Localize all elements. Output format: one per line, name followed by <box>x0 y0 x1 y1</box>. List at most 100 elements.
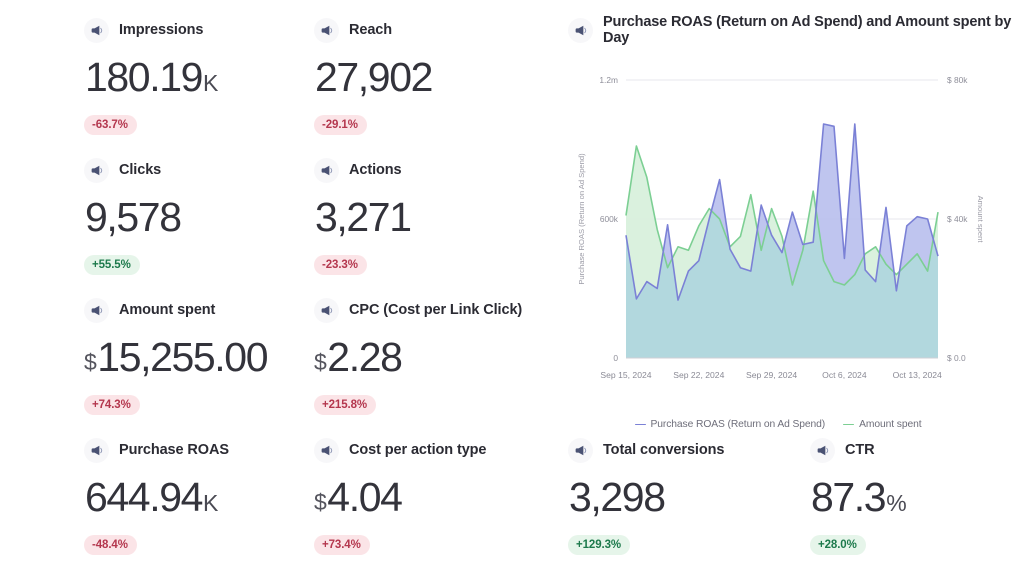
megaphone-icon <box>84 18 109 43</box>
metric-label: Total conversions <box>603 442 724 458</box>
metric-label: Purchase ROAS <box>119 442 229 458</box>
svg-text:Oct 13, 2024: Oct 13, 2024 <box>893 370 942 380</box>
metric-number: 3,298 <box>569 476 665 519</box>
metric-card[interactable]: CTR 87.3% +28.0% <box>810 438 906 555</box>
svg-text:Sep 22, 2024: Sep 22, 2024 <box>673 370 724 380</box>
metric-value: $4.04 <box>314 476 544 519</box>
metric-delta-badge: -23.3% <box>314 255 367 275</box>
dashboard-grid: Impressions 180.19K -63.7% Reach 27,902 … <box>0 0 1024 567</box>
metric-label: CTR <box>845 442 875 458</box>
svg-text:Sep 15, 2024: Sep 15, 2024 <box>600 370 651 380</box>
metric-delta-badge: -29.1% <box>314 115 367 135</box>
metric-header: Total conversions <box>568 438 810 462</box>
metric-card[interactable]: Clicks 9,578 +55.5% <box>84 152 314 292</box>
metric-number: 15,255.00 <box>97 336 267 379</box>
chart-canvas[interactable]: 0 600k 1.2m $ 0.0 $ 40k $ 80k Sep 15, 2024 Sep … <box>568 66 988 411</box>
metric-value: 3,298 <box>568 476 810 519</box>
metric-label: CPC (Cost per Link Click) <box>349 302 522 318</box>
metric-label: Amount spent <box>119 302 215 318</box>
metric-label: Actions <box>349 162 401 178</box>
metric-label: Cost per action type <box>349 442 486 458</box>
metric-header: CPC (Cost per Link Click) <box>314 298 544 322</box>
svg-text:Oct 6, 2024: Oct 6, 2024 <box>822 370 867 380</box>
metric-number: 2.28 <box>327 336 401 379</box>
metric-header: Cost per action type <box>314 438 544 462</box>
svg-text:600k: 600k <box>600 214 619 224</box>
metric-card[interactable]: CPC (Cost per Link Click) $2.28 +215.8% <box>314 292 544 432</box>
megaphone-icon <box>314 438 339 463</box>
megaphone-icon <box>568 438 593 463</box>
metric-suffix: % <box>886 491 906 515</box>
metric-value: 644.94K <box>84 476 314 519</box>
legend-item-spend[interactable]: Amount spent <box>843 419 921 430</box>
metric-header: Reach <box>314 18 544 42</box>
metric-delta-badge: +73.4% <box>314 535 370 555</box>
megaphone-icon <box>568 18 593 43</box>
megaphone-icon <box>314 298 339 323</box>
chart-title: Purchase ROAS (Return on Ad Spend) and A… <box>603 14 1024 46</box>
metric-currency: $ <box>314 350 326 374</box>
legend-swatch-roas <box>635 424 646 426</box>
metric-value: 3,271 <box>314 196 544 239</box>
legend-label-roas: Purchase ROAS (Return on Ad Spend) <box>651 419 826 430</box>
svg-text:$ 80k: $ 80k <box>947 75 968 85</box>
metric-number: 27,902 <box>315 56 432 99</box>
roas-spend-area-chart[interactable]: 0 600k 1.2m $ 0.0 $ 40k $ 80k Sep 15, 2024 Sep … <box>568 66 988 411</box>
metric-number: 644.94 <box>85 476 202 519</box>
megaphone-icon <box>84 298 109 323</box>
metric-delta-badge: +55.5% <box>84 255 140 275</box>
metric-label: Reach <box>349 22 392 38</box>
metric-number: 9,578 <box>85 196 181 239</box>
legend-label-spend: Amount spent <box>859 419 921 430</box>
metric-suffix: K <box>203 491 218 515</box>
metric-number: 180.19 <box>85 56 202 99</box>
metric-delta-badge: -48.4% <box>84 535 137 555</box>
metric-currency: $ <box>314 490 326 514</box>
chart-panel: Purchase ROAS (Return on Ad Spend) and A… <box>544 12 1024 432</box>
metric-header: Purchase ROAS <box>84 438 314 462</box>
metric-header: Amount spent <box>84 298 314 322</box>
metric-number: 4.04 <box>327 476 401 519</box>
metric-number: 87.3 <box>811 476 885 519</box>
svg-text:1.2m: 1.2m <box>599 75 618 85</box>
metric-card[interactable]: Cost per action type $4.04 +73.4% <box>314 432 544 567</box>
megaphone-icon <box>314 18 339 43</box>
metric-card[interactable]: Impressions 180.19K -63.7% <box>84 12 314 152</box>
svg-text:$ 40k: $ 40k <box>947 214 968 224</box>
metric-label: Clicks <box>119 162 161 178</box>
metric-delta-badge: +28.0% <box>810 535 866 555</box>
metric-delta-badge: +215.8% <box>314 395 376 415</box>
metric-value: 27,902 <box>314 56 544 99</box>
metric-value: 9,578 <box>84 196 314 239</box>
chart-legend: Purchase ROAS (Return on Ad Spend) Amoun… <box>568 419 988 430</box>
svg-text:Sep 29, 2024: Sep 29, 2024 <box>746 370 797 380</box>
megaphone-icon <box>314 158 339 183</box>
metric-currency: $ <box>84 350 96 374</box>
metric-value: 180.19K <box>84 56 314 99</box>
legend-item-roas[interactable]: Purchase ROAS (Return on Ad Spend) <box>635 419 826 430</box>
metric-delta-badge: +129.3% <box>568 535 630 555</box>
metric-value: $15,255.00 <box>84 336 314 379</box>
metrics-dashboard: Impressions 180.19K -63.7% Reach 27,902 … <box>0 0 1024 567</box>
metric-card[interactable]: Purchase ROAS 644.94K -48.4% <box>84 432 314 567</box>
legend-swatch-spend <box>843 424 854 426</box>
metric-delta-badge: -63.7% <box>84 115 137 135</box>
metric-card[interactable]: Total conversions 3,298 +129.3% CTR 87.3… <box>544 432 1024 567</box>
svg-text:0: 0 <box>613 353 618 363</box>
metric-card[interactable]: Reach 27,902 -29.1% <box>314 12 544 152</box>
metric-header: Clicks <box>84 158 314 182</box>
metric-value: 87.3% <box>810 476 906 519</box>
chart-header: Purchase ROAS (Return on Ad Spend) and A… <box>568 18 1024 42</box>
svg-text:$ 0.0: $ 0.0 <box>947 353 966 363</box>
svg-text:Purchase ROAS (Return on Ad Sp: Purchase ROAS (Return on Ad Spend) <box>577 153 586 285</box>
svg-text:Amount spent: Amount spent <box>976 196 985 244</box>
metric-suffix: K <box>203 71 218 95</box>
megaphone-icon <box>810 438 835 463</box>
metric-card[interactable]: Actions 3,271 -23.3% <box>314 152 544 292</box>
megaphone-icon <box>84 158 109 183</box>
metric-header: Impressions <box>84 18 314 42</box>
metric-card[interactable]: Amount spent $15,255.00 +74.3% <box>84 292 314 432</box>
megaphone-icon <box>84 438 109 463</box>
metric-header: CTR <box>810 438 906 462</box>
metric-header: Actions <box>314 158 544 182</box>
